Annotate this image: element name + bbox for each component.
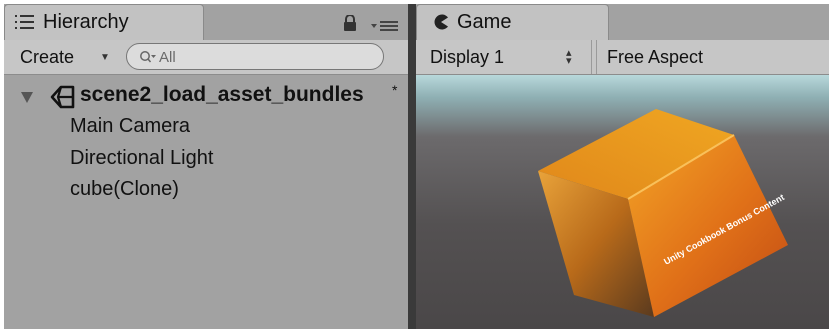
scene-name: scene2_load_asset_bundles [80, 83, 364, 106]
tab-game-label: Game [457, 11, 512, 33]
create-button-label: Create [20, 47, 75, 67]
dropdown-arrow-icon: ▼ [100, 52, 110, 63]
tab-hierarchy-label: Hierarchy [43, 11, 129, 33]
tab-hierarchy[interactable]: Hierarchy [4, 4, 204, 40]
aspect-select[interactable]: Free Aspect [596, 40, 829, 74]
lock-icon[interactable] [343, 15, 357, 31]
tree-item-cube-clone[interactable]: cube(Clone) [70, 178, 179, 201]
tree-item-directional-light[interactable]: Directional Light [70, 147, 213, 170]
aspect-select-label: Free Aspect [607, 47, 704, 67]
foldout-arrow-icon[interactable] [20, 90, 34, 104]
game-toolbar: Display 1 ▴ ▾ Free Aspect [416, 40, 829, 75]
search-icon [140, 51, 156, 63]
game-pacman-icon [434, 14, 448, 30]
hierarchy-panel: Hierarchy Create ▼ All scene2_load_asset… [4, 4, 408, 329]
display-select-label: Display 1 [430, 47, 505, 67]
hierarchy-search[interactable] [126, 43, 384, 70]
select-arrows-icon: ▴ ▾ [566, 47, 572, 67]
game-panel: Game Display 1 ▴ ▾ Free Aspect Unity Coo… [416, 4, 829, 329]
unity-logo-icon [50, 85, 75, 109]
hierarchy-toolbar: Create ▼ [4, 40, 408, 75]
search-input[interactable] [159, 47, 359, 67]
scene-row[interactable]: scene2_load_asset_bundles * [4, 81, 408, 111]
tree-item-main-camera[interactable]: Main Camera [70, 115, 190, 138]
create-button[interactable]: Create ▼ [12, 45, 120, 70]
display-select[interactable]: Display 1 ▴ ▾ [416, 40, 592, 74]
hierarchy-tab-strip: Hierarchy [4, 4, 408, 40]
panel-menu-icon[interactable] [370, 19, 400, 33]
cube-render: Unity Cookbook Bonus Content [538, 109, 788, 317]
hierarchy-list-icon [15, 15, 34, 29]
tab-game[interactable]: Game [416, 4, 609, 40]
scene-modified-indicator: * [392, 82, 398, 98]
game-viewport[interactable]: Unity Cookbook Bonus Content [416, 75, 829, 329]
panel-divider[interactable] [408, 4, 416, 329]
